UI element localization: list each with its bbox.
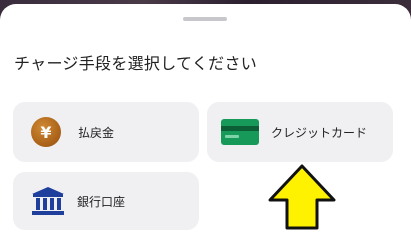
option-credit-card-label: クレジットカード — [271, 125, 368, 140]
sheet-title: チャージ手段を選択してください — [14, 54, 258, 73]
yen-coin-icon: ¥ — [31, 117, 61, 147]
option-refund[interactable]: ¥ 払戻金 — [13, 102, 199, 162]
bank-icon — [32, 187, 64, 215]
option-refund-label: 払戻金 — [78, 125, 115, 140]
annotation-arrow-up-icon — [268, 164, 336, 230]
option-bank-account-label: 銀行口座 — [77, 194, 126, 209]
option-bank-account[interactable]: 銀行口座 — [13, 172, 199, 230]
credit-card-icon — [221, 119, 259, 145]
sheet-grabber-handle[interactable] — [183, 17, 227, 21]
option-credit-card[interactable]: クレジットカード — [207, 102, 393, 162]
